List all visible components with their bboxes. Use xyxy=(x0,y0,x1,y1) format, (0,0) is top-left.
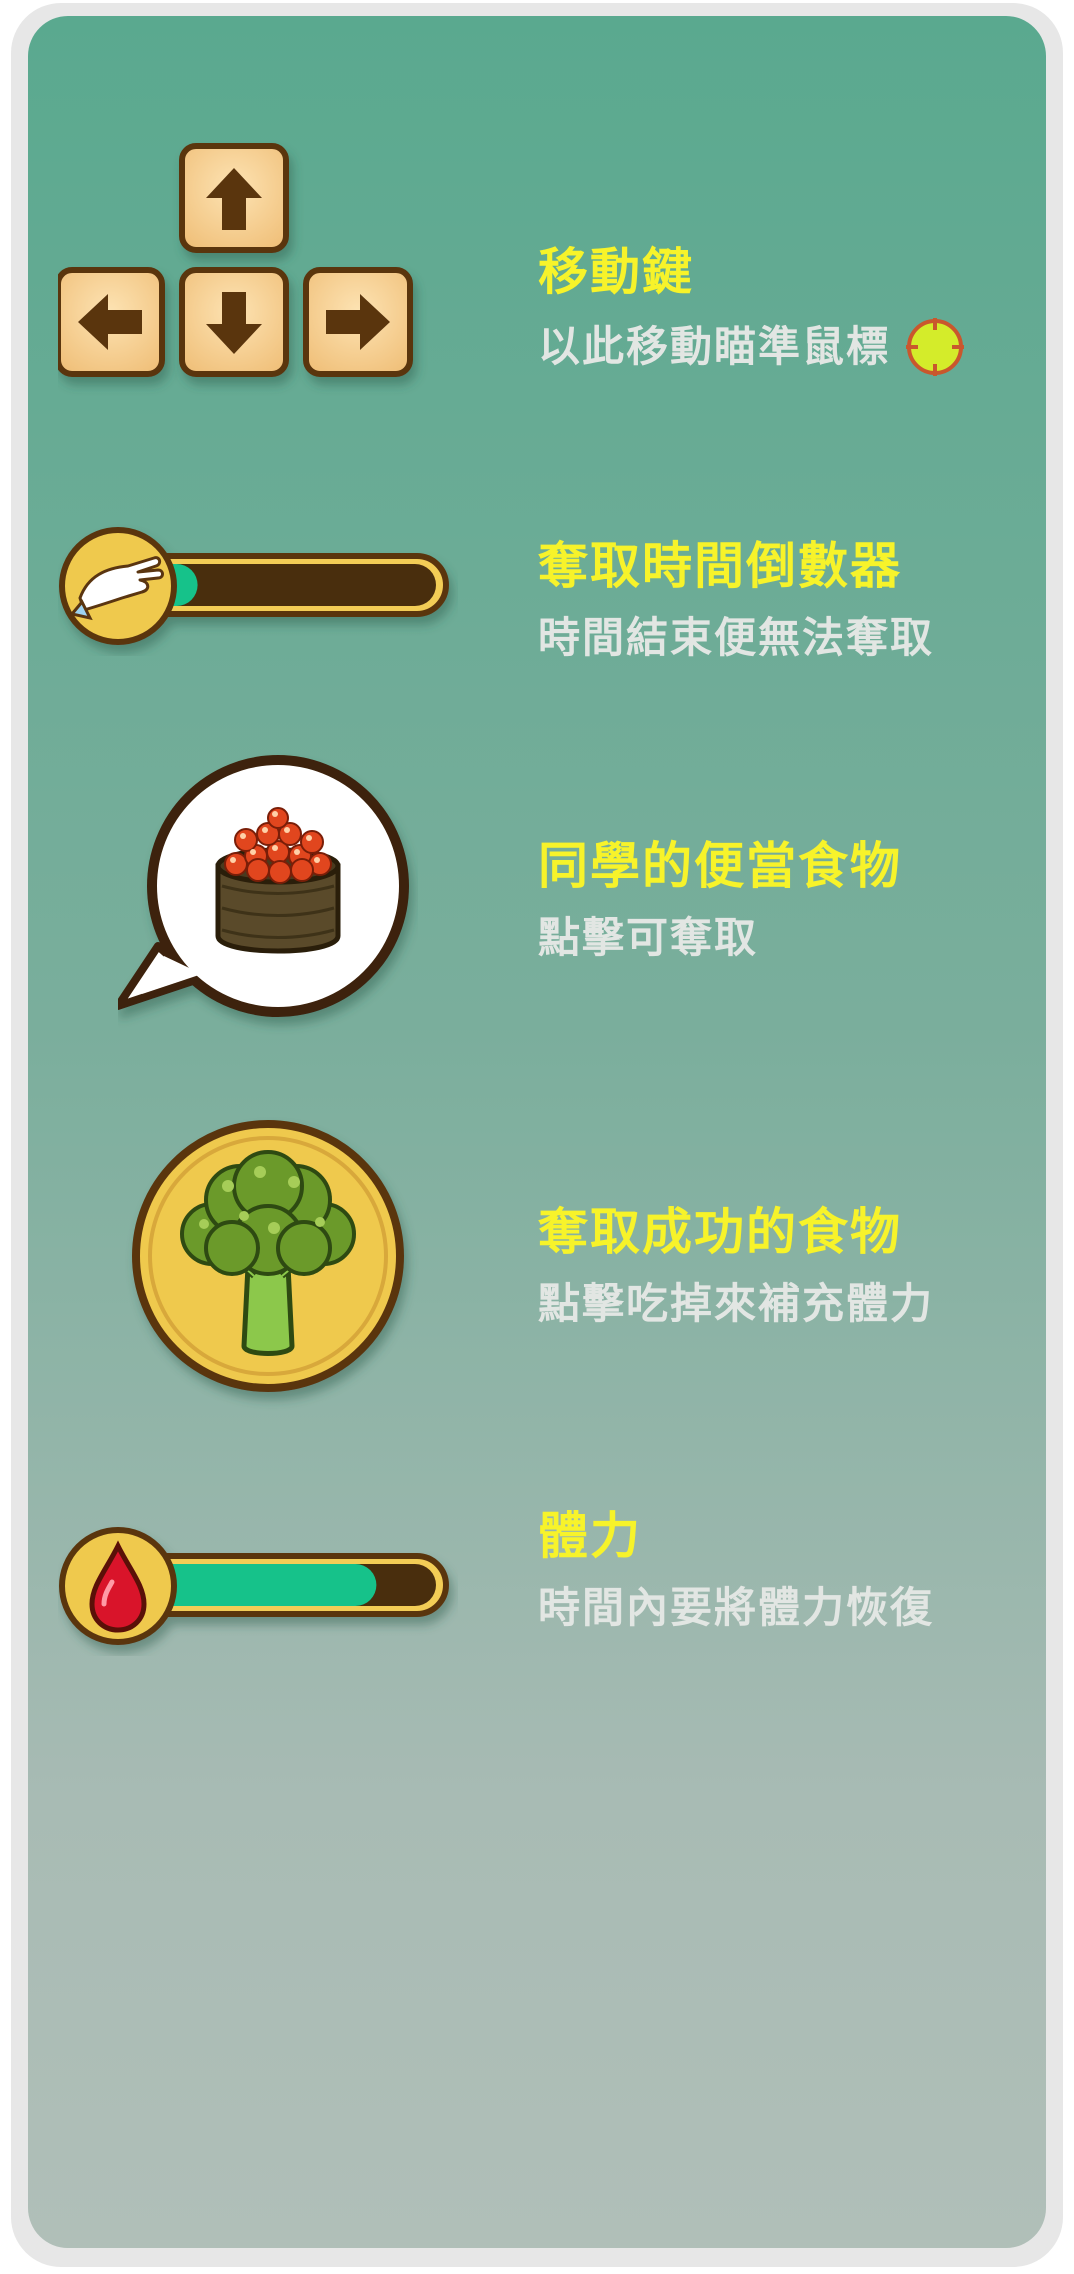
item-title: 移動鍵 xyxy=(538,243,694,301)
item-title: 同學的便當食物 xyxy=(538,837,902,895)
item-desc: 點擊可奪取 xyxy=(538,913,759,962)
grab-timer-bar xyxy=(58,506,458,656)
crosshair-icon xyxy=(904,316,966,378)
ikura-sushi-bubble-icon[interactable] xyxy=(118,736,418,1036)
item-desc: 點擊吃掉來補充體力 xyxy=(538,1279,935,1328)
item-title: 奪取時間倒數器 xyxy=(538,537,902,595)
key-right-icon xyxy=(303,267,413,377)
stamina-bar xyxy=(58,1506,458,1656)
tutorial-panel: 移動鍵 以此移動瞄準鼠標 奪取時間倒數器 時間結束便無法奪取 同學的便當食物 點… xyxy=(28,16,1046,2248)
item-desc: 以此移動瞄準鼠標 xyxy=(538,322,891,371)
key-left-icon xyxy=(58,267,165,377)
key-up-icon xyxy=(179,143,289,253)
broccoli-coin-icon[interactable] xyxy=(124,1116,424,1416)
arrow-keys-icon xyxy=(58,126,458,406)
item-desc: 時間結束便無法奪取 xyxy=(538,613,935,662)
item-title: 體力 xyxy=(538,1507,642,1565)
item-title: 奪取成功的食物 xyxy=(538,1203,902,1261)
key-down-icon xyxy=(179,267,289,377)
item-desc: 時間內要將體力恢復 xyxy=(538,1583,935,1632)
